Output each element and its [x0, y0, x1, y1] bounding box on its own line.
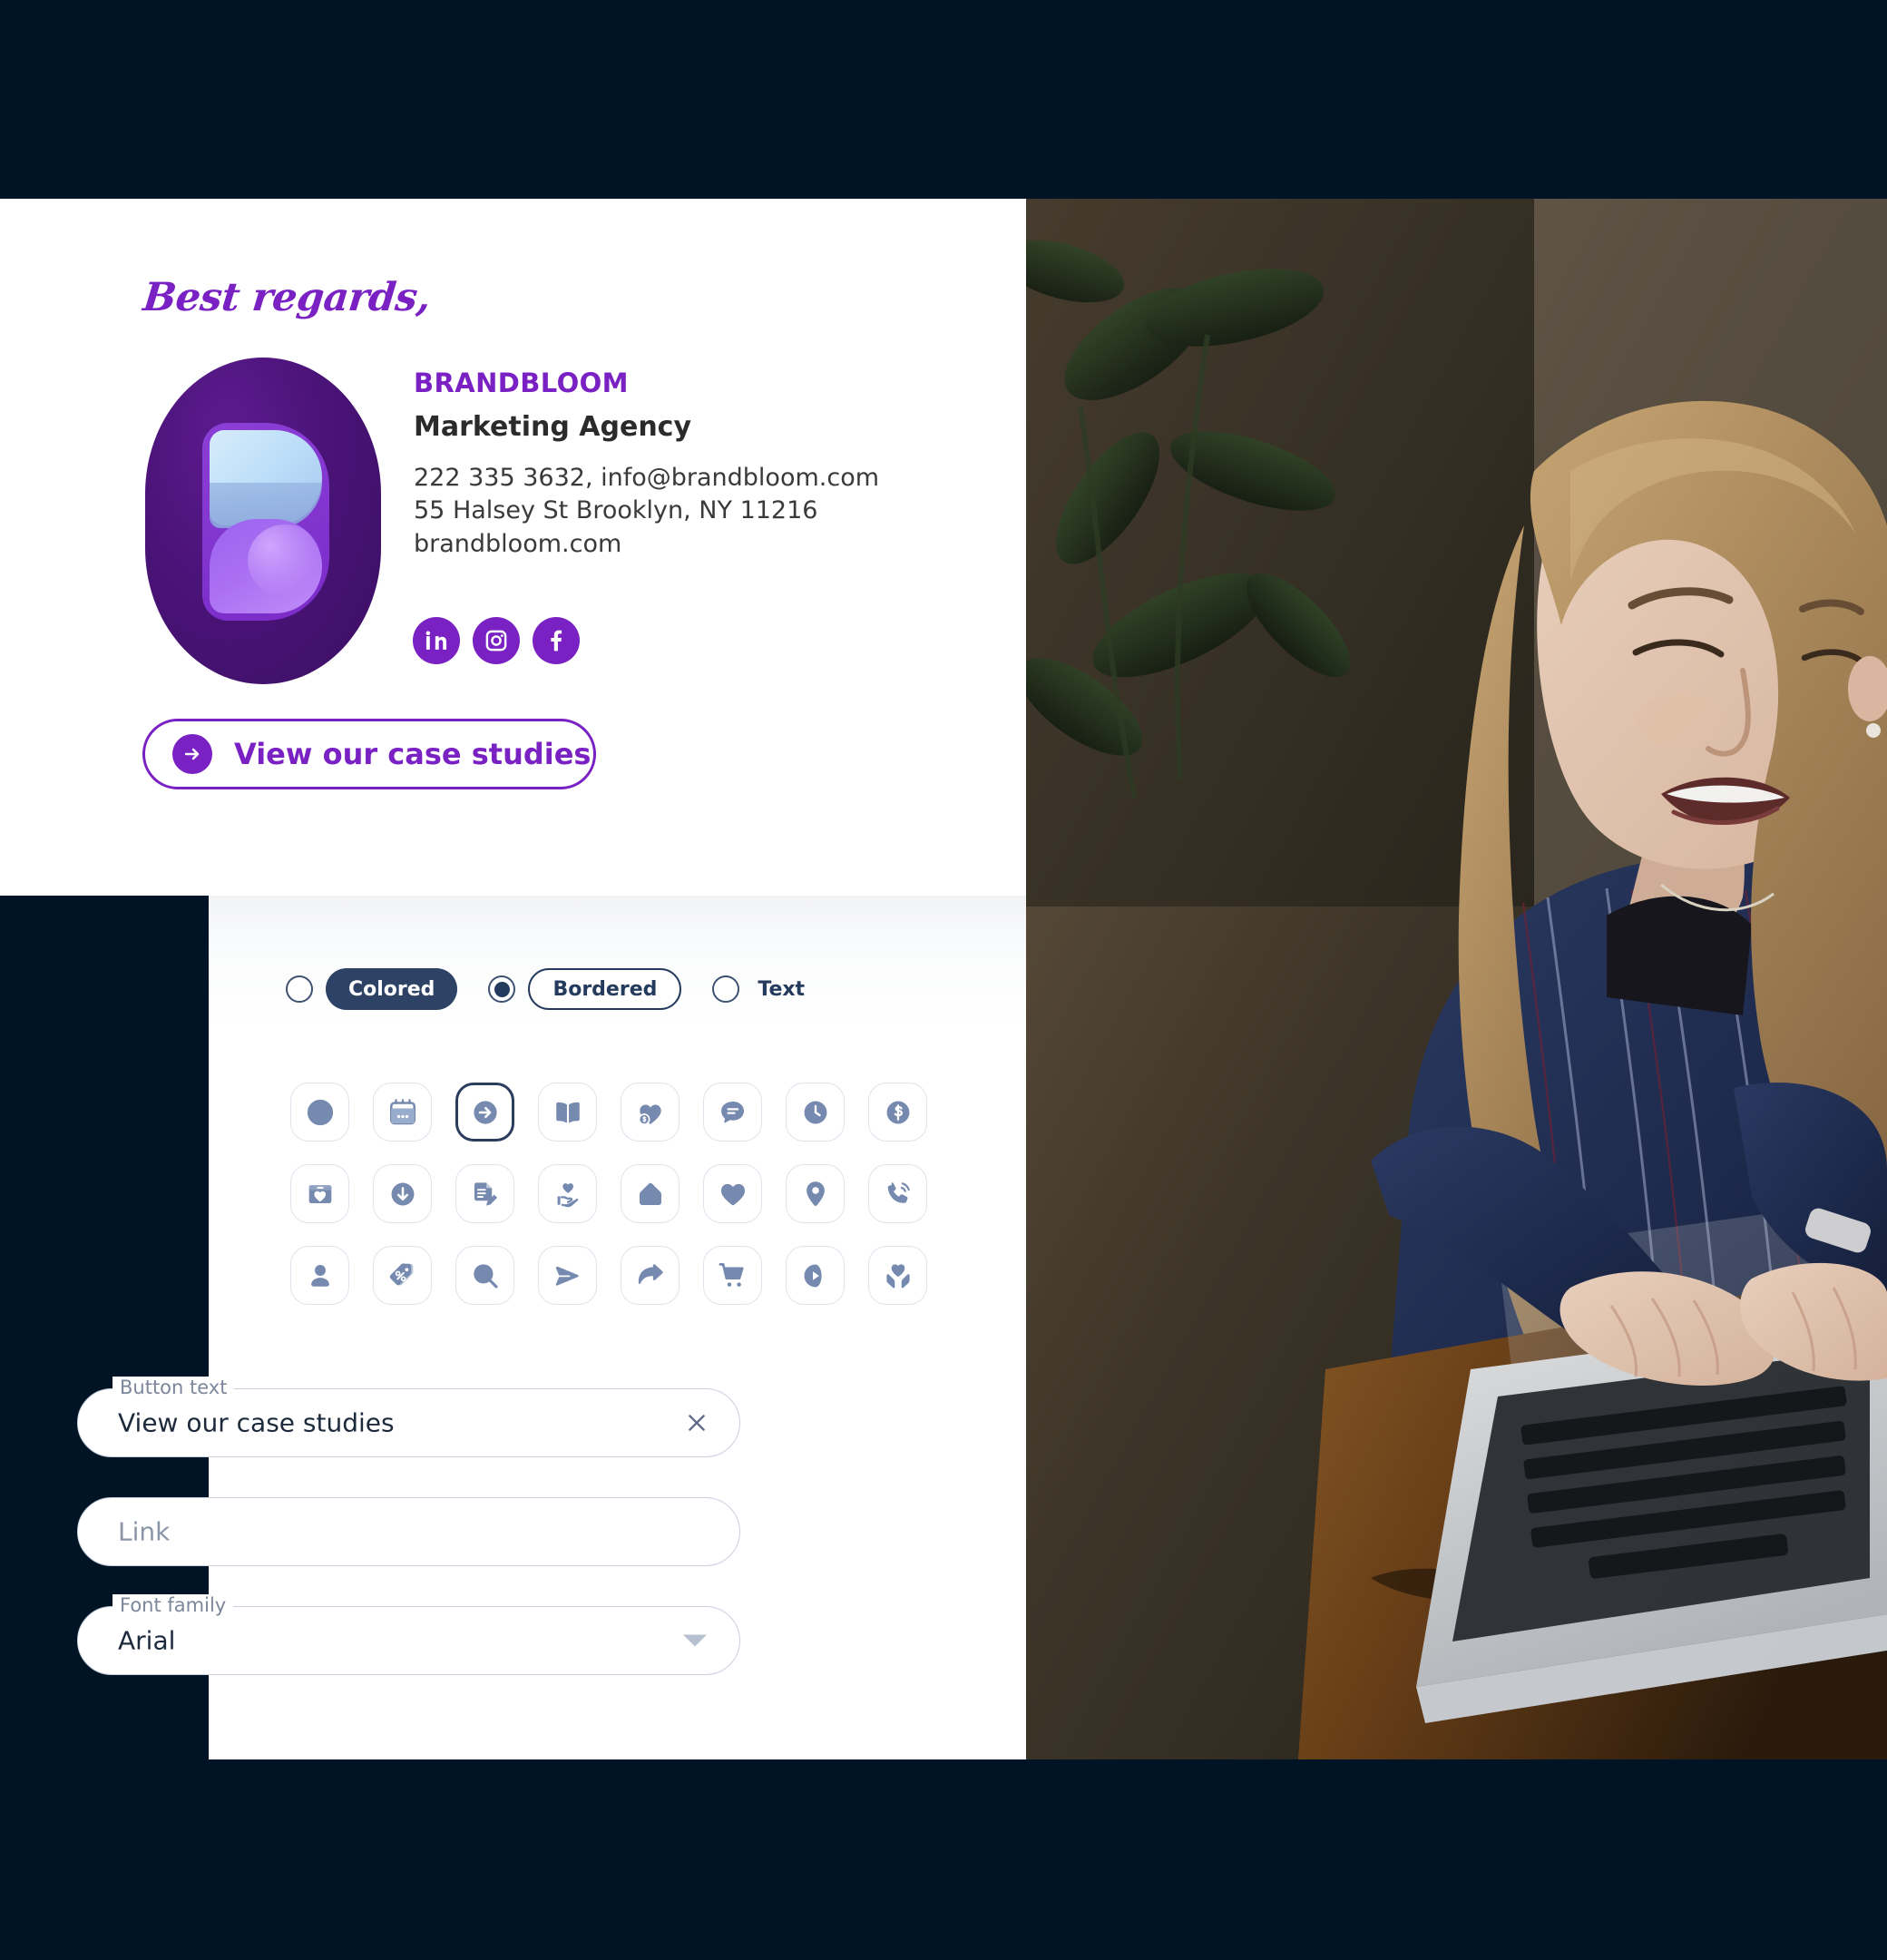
icon-option-donation-box[interactable]	[290, 1164, 349, 1223]
button-text-label: Button text	[112, 1377, 235, 1398]
share-arrow-icon	[638, 1263, 663, 1284]
phone-ring-icon	[887, 1181, 910, 1203]
font-family-label: Font family	[112, 1594, 234, 1616]
icon-option-home[interactable]	[621, 1164, 680, 1223]
icon-option-play-circle[interactable]	[786, 1246, 845, 1305]
social-links	[413, 617, 580, 664]
send-icon	[555, 1266, 579, 1286]
font-family-select[interactable]: Font family Arial	[77, 1594, 740, 1675]
home-icon	[639, 1182, 661, 1205]
icon-option-map-pin[interactable]	[786, 1164, 845, 1223]
cta-button[interactable]: View our case studies	[142, 719, 596, 789]
icon-option-document-edit[interactable]	[455, 1164, 514, 1223]
icon-option-clock[interactable]	[786, 1083, 845, 1142]
contact-line: brandbloom.com	[414, 529, 622, 558]
icon-option-dollar-circle[interactable]	[868, 1083, 927, 1142]
icon-option-share-arrow[interactable]	[621, 1246, 680, 1305]
icon-option-open-book[interactable]	[538, 1083, 597, 1142]
style-option-colored-label[interactable]: Colored	[326, 968, 458, 1010]
donation-box-icon	[308, 1184, 331, 1203]
search-icon	[473, 1263, 498, 1289]
icon-option-download[interactable]	[373, 1164, 432, 1223]
linkedin-icon[interactable]	[413, 617, 460, 664]
button-text-field[interactable]: Button text View our case studies	[77, 1377, 740, 1457]
icon-option-hand-heart[interactable]	[538, 1164, 597, 1223]
link-field[interactable]: Link	[77, 1497, 740, 1566]
font-family-value: Arial	[118, 1625, 176, 1656]
logo-outer-shape	[145, 358, 381, 684]
no-icon	[307, 1099, 333, 1125]
icon-option-search[interactable]	[455, 1246, 514, 1305]
radio-colored[interactable]	[286, 975, 313, 1003]
document-edit-icon	[474, 1181, 497, 1206]
shopping-cart-icon	[719, 1262, 744, 1287]
discount-tag-icon	[389, 1262, 413, 1285]
hands-heart-icon	[885, 1263, 910, 1288]
style-option-colored[interactable]: Colored	[286, 968, 458, 1010]
chat-bubble-icon	[720, 1101, 744, 1122]
radio-bordered[interactable]	[488, 975, 516, 1003]
heart-dollar-icon	[638, 1103, 661, 1125]
icon-option-phone-ring[interactable]	[868, 1164, 927, 1223]
photo-illustration	[1026, 199, 1887, 1759]
cta-label: View our case studies	[234, 737, 592, 771]
icon-option-send[interactable]	[538, 1246, 597, 1305]
icon-picker-grid	[290, 1083, 927, 1305]
contact-line: 55 Halsey St Brooklyn, NY 11216	[414, 496, 818, 525]
instagram-icon[interactable]	[473, 617, 520, 664]
hand-heart-icon	[557, 1182, 578, 1207]
company-role: Marketing Agency	[414, 411, 692, 443]
icon-option-chat-bubble[interactable]	[703, 1083, 762, 1142]
facebook-icon[interactable]	[533, 617, 580, 664]
style-option-group: Colored Bordered Text	[286, 968, 810, 1010]
icon-option-calendar[interactable]	[373, 1083, 432, 1142]
contact-line: 222 335 3632, info@brandbloom.com	[414, 464, 880, 492]
style-option-bordered-label[interactable]: Bordered	[528, 968, 682, 1010]
style-option-bordered[interactable]: Bordered	[488, 968, 682, 1010]
link-placeholder: Link	[118, 1516, 171, 1547]
user-icon	[310, 1264, 329, 1287]
icon-option-discount-tag[interactable]	[373, 1246, 432, 1305]
greeting-text: Best regards,	[141, 275, 433, 320]
contact-details: 222 335 3632, info@brandbloom.com 55 Hal…	[414, 463, 879, 560]
calendar-icon	[389, 1098, 416, 1124]
heart-icon	[720, 1183, 745, 1205]
page-root: Best regards, BRANDBLOOM Marketing Agenc…	[0, 0, 1887, 1960]
dollar-circle-icon	[886, 1101, 909, 1123]
arrow-right-circle-icon	[172, 734, 212, 774]
icon-option-heart[interactable]	[703, 1164, 762, 1223]
map-pin-icon	[806, 1181, 825, 1206]
radio-text[interactable]	[712, 975, 740, 1003]
close-icon[interactable]	[685, 1411, 709, 1435]
signature-text-block: BRANDBLOOM Marketing Agency 222 335 3632…	[414, 368, 879, 562]
style-option-text-label[interactable]: Text	[752, 968, 810, 1010]
icon-option-hands-heart[interactable]	[868, 1246, 927, 1305]
chevron-down-icon[interactable]	[683, 1634, 707, 1647]
icon-option-no-icon[interactable]	[290, 1083, 349, 1142]
style-option-text[interactable]: Text	[712, 968, 810, 1010]
brandbloom-logo	[145, 358, 381, 684]
download-circle-icon	[391, 1182, 414, 1205]
icon-option-arrow-right[interactable]	[455, 1083, 514, 1142]
logo-highlight	[248, 524, 322, 597]
arrow-right-circle-icon	[473, 1100, 497, 1124]
icon-option-user[interactable]	[290, 1246, 349, 1305]
play-circle-icon	[804, 1264, 822, 1287]
icon-option-heart-dollar[interactable]	[621, 1083, 680, 1142]
company-name: BRANDBLOOM	[414, 368, 629, 398]
clock-icon	[804, 1101, 826, 1123]
logo-inner-shape	[202, 423, 329, 621]
icon-option-shopping-cart[interactable]	[703, 1246, 762, 1305]
open-book-icon	[555, 1102, 580, 1122]
button-text-value: View our case studies	[118, 1407, 395, 1438]
hero-photo	[1026, 199, 1887, 1759]
